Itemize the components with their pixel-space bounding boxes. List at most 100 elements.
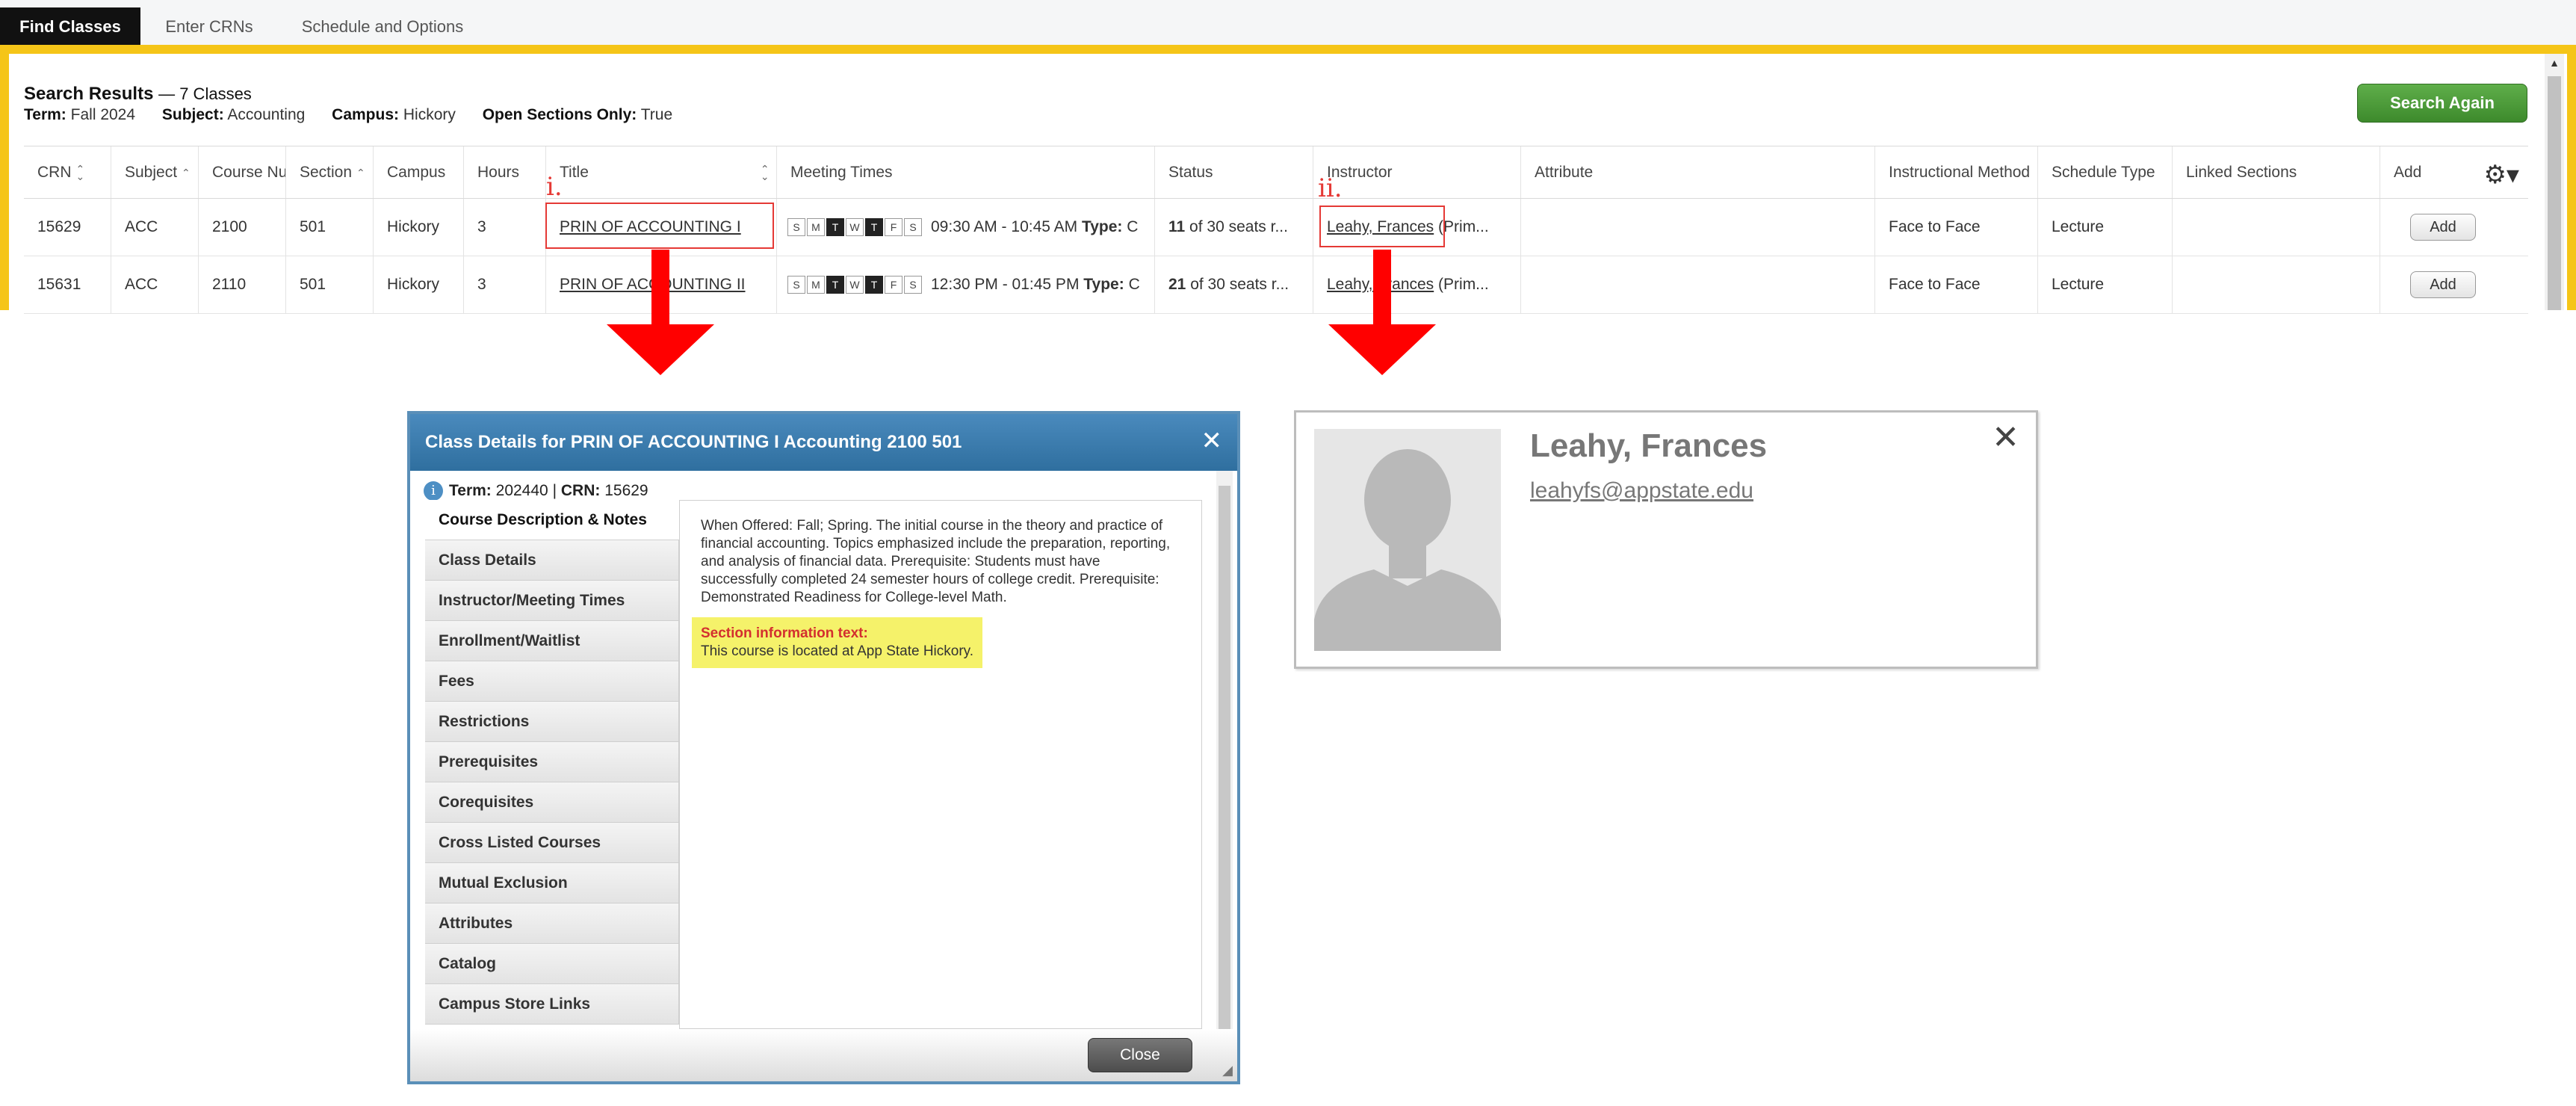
scrollbar-thumb[interactable]	[2548, 76, 2561, 310]
header-label: Meeting Times	[790, 163, 893, 181]
column-header-crn[interactable]: CRN ⌃ ⌄	[24, 146, 111, 198]
instructor-name: Leahy, Frances	[1530, 427, 1768, 464]
cell-attribute	[1521, 256, 1875, 313]
column-header-course-number[interactable]: Course Nu⌃	[199, 146, 286, 198]
instructor-card: Leahy, Frances leahyfs@appstate.edu ✕	[1294, 410, 2038, 669]
search-results-count: — 7 Classes	[158, 84, 252, 103]
section-campus-store-links[interactable]: Campus Store Links	[425, 984, 679, 1025]
criteria-label: Campus:	[332, 106, 400, 123]
cell-instructional-method: Face to Face	[1875, 199, 2038, 256]
column-header-instructor[interactable]: Instructor	[1313, 146, 1521, 198]
header-label: Campus	[387, 163, 446, 181]
dialog-footer: Close	[410, 1029, 1237, 1081]
section-fees[interactable]: Fees	[425, 661, 679, 702]
scroll-up-arrow-icon[interactable]: ▲	[2545, 57, 2564, 69]
cell-hours: 3	[464, 199, 546, 256]
meeting-type-label: Type:	[1083, 276, 1124, 293]
section-information-note: Section information text: This course is…	[692, 617, 983, 668]
tab-enter-crns[interactable]: Enter CRNs	[149, 7, 269, 46]
section-attributes[interactable]: Attributes	[425, 903, 679, 944]
criteria-label: Term:	[24, 106, 66, 123]
add-button[interactable]: Add	[2410, 214, 2476, 241]
search-again-button[interactable]: Search Again	[2357, 84, 2527, 123]
section-instructor-meeting-times[interactable]: Instructor/Meeting Times	[425, 581, 679, 621]
resize-grip-icon[interactable]: ◢	[1222, 1063, 1233, 1078]
annotation-label-ii: ii.	[1318, 173, 1343, 203]
page-scrollbar[interactable]: ▲	[2545, 54, 2564, 310]
person-silhouette-icon	[1314, 449, 1501, 651]
column-header-campus[interactable]: Campus	[374, 146, 464, 198]
column-header-attribute[interactable]: Attribute	[1521, 146, 1875, 198]
close-icon[interactable]: ✕	[1992, 418, 2019, 457]
column-header-schedule-type[interactable]: Schedule Type	[2038, 146, 2173, 198]
header-label: Hours	[477, 163, 520, 181]
cell-crn: 15629	[24, 199, 111, 256]
column-header-instructional-method[interactable]: Instructional Method	[1875, 146, 2038, 198]
add-button[interactable]: Add	[2410, 271, 2476, 298]
day-box-active: T	[826, 218, 844, 236]
column-header-subject[interactable]: Subject ⌃	[111, 146, 199, 198]
meeting-type-value: C	[1128, 276, 1140, 293]
column-header-hours[interactable]: Hours	[464, 146, 546, 198]
sort-icon: ⌃	[356, 166, 365, 179]
section-enrollment-waitlist[interactable]: Enrollment/Waitlist	[425, 621, 679, 661]
criteria-value: Hickory	[403, 106, 456, 123]
column-header-status[interactable]: Status	[1155, 146, 1313, 198]
separator: |	[552, 482, 557, 499]
sort-icon: ⌃ ⌄	[760, 162, 770, 182]
search-criteria: Term: Fall 2024 Subject: Accounting Camp…	[24, 106, 672, 124]
cell-schedule-type: Lecture	[2038, 256, 2173, 313]
sort-icon: ⌃	[182, 166, 191, 179]
section-cross-listed-courses[interactable]: Cross Listed Courses	[425, 823, 679, 863]
section-corequisites[interactable]: Corequisites	[425, 782, 679, 823]
meeting-type-label: Type:	[1081, 218, 1123, 235]
section-prerequisites[interactable]: Prerequisites	[425, 742, 679, 782]
arrow-down-icon	[1328, 250, 1436, 375]
header-label: Linked Sections	[2186, 163, 2297, 181]
day-box: F	[885, 218, 902, 236]
header-label: Title	[560, 163, 589, 181]
meeting-type-value: C	[1127, 218, 1139, 235]
close-icon[interactable]: ✕	[1201, 426, 1223, 456]
section-restrictions[interactable]: Restrictions	[425, 702, 679, 742]
cell-subject: ACC	[111, 256, 199, 313]
cell-status: 11 of 30 seats r...	[1155, 199, 1313, 256]
cell-meeting-times: SMTWTFS 09:30 AM - 10:45 AM Type: C	[777, 199, 1155, 256]
term-value: 202440	[495, 482, 548, 499]
cell-linked-sections	[2173, 256, 2380, 313]
close-button[interactable]: Close	[1088, 1038, 1192, 1072]
column-header-title[interactable]: Title ⌃ ⌄	[546, 146, 777, 198]
column-header-linked-sections[interactable]: Linked Sections	[2173, 146, 2380, 198]
section-class-details[interactable]: Class Details	[425, 540, 679, 581]
criteria-label: Subject:	[161, 106, 224, 123]
tab-schedule-and-options[interactable]: Schedule and Options	[284, 7, 481, 46]
search-results-title: Search Results — 7 Classes	[24, 84, 252, 105]
instructor-email-link[interactable]: leahyfs@appstate.edu	[1530, 478, 1753, 504]
header-label: Section	[300, 163, 353, 181]
day-box: M	[807, 218, 825, 236]
table-row: 15631 ACC 2110 501 Hickory 3 PRIN OF ACC…	[24, 256, 2528, 314]
day-box: W	[846, 276, 864, 294]
section-catalog[interactable]: Catalog	[425, 944, 679, 984]
day-box: S	[787, 218, 805, 236]
avatar	[1314, 429, 1501, 651]
gear-icon[interactable]: ⚙▾	[2483, 160, 2519, 190]
dialog-scrollbar[interactable]	[1216, 471, 1233, 1080]
cell-attribute	[1521, 199, 1875, 256]
day-box: M	[807, 276, 825, 294]
column-header-meeting-times[interactable]: Meeting Times	[777, 146, 1155, 198]
meeting-days: SMTWTFS	[787, 276, 923, 294]
header-label: Instructional Method	[1889, 163, 2031, 181]
header-label: Schedule Type	[2052, 163, 2155, 181]
dialog-content: When Offered: Fall; Spring. The initial …	[679, 500, 1202, 1029]
day-box-active: T	[865, 218, 883, 236]
section-course-description[interactable]: Course Description & Notes	[425, 500, 679, 540]
section-mutual-exclusion[interactable]: Mutual Exclusion	[425, 863, 679, 903]
header-label: Attribute	[1535, 163, 1594, 181]
dialog-scrollbar-thumb[interactable]	[1219, 486, 1230, 1039]
note-label: Section information text:	[701, 625, 868, 641]
tab-find-classes[interactable]: Find Classes	[0, 7, 140, 46]
column-header-section[interactable]: Section ⌃	[286, 146, 374, 198]
cell-instructional-method: Face to Face	[1875, 256, 2038, 313]
term-label: Term:	[449, 482, 492, 499]
